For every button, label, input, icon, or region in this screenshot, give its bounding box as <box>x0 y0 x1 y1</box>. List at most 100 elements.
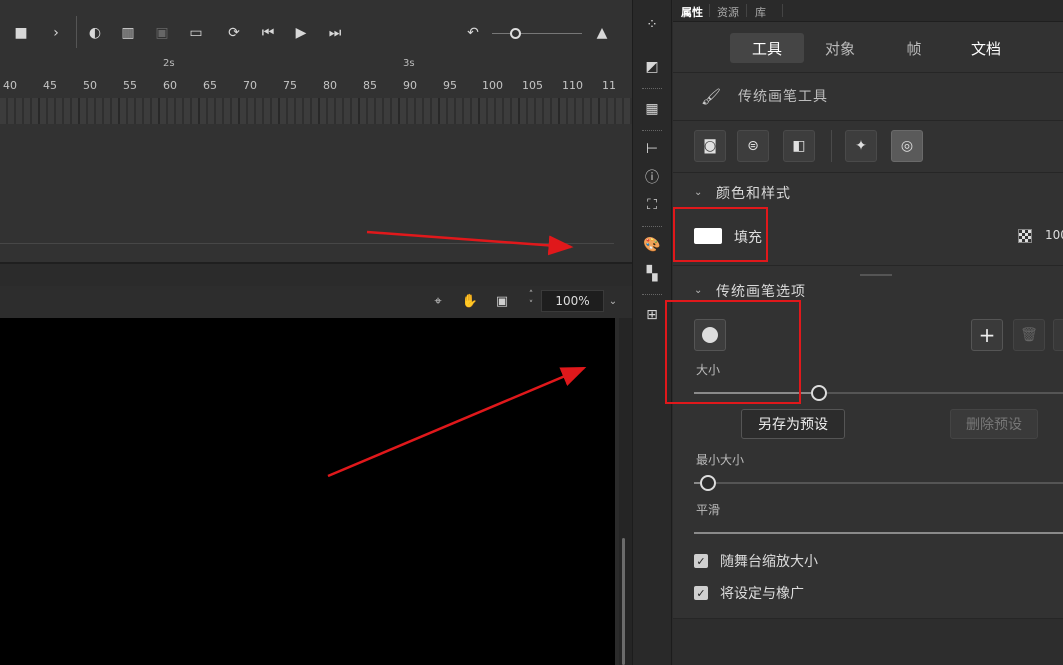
mountain-icon[interactable]: ▲ <box>591 22 613 44</box>
hand-icon[interactable]: ✋ <box>460 291 480 311</box>
tab-assets[interactable]: 资源 <box>717 4 739 20</box>
transform-icon[interactable]: ⛶ <box>641 194 663 216</box>
toolbar-divider <box>76 16 77 48</box>
frame-number: 60 <box>163 79 177 92</box>
tab-properties[interactable]: 属性 <box>681 4 703 20</box>
center-frame-icon[interactable]: ▭ <box>185 22 207 44</box>
tab-divider <box>746 4 747 17</box>
lock-fill-icon[interactable]: ◧ <box>783 130 815 162</box>
color-palette-icon[interactable]: 🎨 <box>641 234 663 256</box>
pressure-icon[interactable]: ◎ <box>891 130 923 162</box>
seconds-ruler: 2s 3s <box>0 57 632 73</box>
divider <box>673 120 1063 121</box>
tab-library[interactable]: 库 <box>755 4 766 20</box>
clip-stage-icon[interactable]: ▣ <box>492 291 512 311</box>
frame-number: 70 <box>243 79 257 92</box>
frame-picker-icon[interactable]: ◩ <box>641 56 663 78</box>
resize-grip[interactable] <box>860 274 892 276</box>
apply-to-eraser-checkbox[interactable]: ✓ <box>694 586 708 600</box>
info-icon[interactable]: ⓘ <box>641 166 663 188</box>
min-size-slider-knob[interactable] <box>700 475 716 491</box>
frame-number: 85 <box>363 79 377 92</box>
step-forward-icon[interactable]: ⏭ <box>324 22 346 44</box>
more-button[interactable] <box>1053 319 1063 351</box>
frame-number: 45 <box>43 79 57 92</box>
zoom-input[interactable]: 100% <box>541 290 604 312</box>
rail-grip <box>642 294 662 297</box>
delete-preset-button[interactable]: 删除预设 <box>950 409 1038 439</box>
chevron-down-icon[interactable]: ⌄ <box>606 291 620 311</box>
timeline-zoom-track[interactable] <box>492 33 582 34</box>
alpha-value[interactable]: 100 <box>1045 228 1063 242</box>
brush-icon: 🖌 <box>700 86 722 106</box>
alpha-checker-icon <box>1018 229 1032 243</box>
frame-ruler[interactable]: 40 45 50 55 60 65 70 75 80 85 90 95 100 … <box>0 76 632 98</box>
frame-number: 90 <box>403 79 417 92</box>
apply-to-eraser-label[interactable]: 将设定与橡广 <box>720 583 804 603</box>
size-slider-track[interactable] <box>827 392 1063 394</box>
min-size-slider-track[interactable] <box>716 482 1063 484</box>
timeline-zoom-knob[interactable] <box>510 28 521 39</box>
panel-divider[interactable] <box>0 262 632 264</box>
brush-mode-icon[interactable]: ⊜ <box>737 130 769 162</box>
second-label: 2s <box>163 58 175 69</box>
section-header-brush-options[interactable]: 传统画笔选项 <box>716 281 806 301</box>
highlight-fill-box <box>673 207 768 262</box>
object-drawing-icon[interactable]: ◙ <box>694 130 726 162</box>
undo-zoom-icon[interactable]: ↶ <box>462 22 484 44</box>
save-preset-button[interactable]: 另存为预设 <box>741 409 845 439</box>
trash-icon[interactable]: 🗑 <box>1013 319 1045 351</box>
scene-icon[interactable]: ⊞ <box>641 304 663 326</box>
tab-divider <box>782 4 783 17</box>
chevron-down-icon[interactable]: ⌄ <box>694 285 702 296</box>
tool-title: 传统画笔工具 <box>738 89 828 105</box>
add-preset-button[interactable]: + <box>971 319 1003 351</box>
scrollbar-thumb[interactable] <box>622 538 625 665</box>
divider <box>673 172 1063 173</box>
swatches-icon[interactable]: ▚ <box>641 263 663 285</box>
stage-canvas[interactable] <box>0 318 615 665</box>
align-icon[interactable]: ⊢ <box>641 138 663 160</box>
motion-presets-icon[interactable]: ⁘ <box>641 14 663 36</box>
min-size-label: 最小大小 <box>696 453 745 467</box>
components-icon[interactable]: ▦ <box>641 98 663 120</box>
frame-number: 75 <box>283 79 297 92</box>
onion-outline-icon[interactable]: ▣ <box>151 22 173 44</box>
edit-multiple-frames-icon[interactable]: ▥ <box>117 22 139 44</box>
zoom-stepper[interactable]: ˄ ˅ <box>524 290 538 312</box>
chevron-down-icon[interactable]: ⌄ <box>694 187 702 198</box>
frame-number: 95 <box>443 79 457 92</box>
rail-grip <box>642 226 662 229</box>
loop-icon[interactable]: ⟳ <box>223 22 245 44</box>
crosshair-icon[interactable]: ⌖ <box>428 291 448 311</box>
step-back-icon[interactable]: ⏮ <box>257 22 279 44</box>
play-icon[interactable]: ▶ <box>290 22 312 44</box>
stop-icon[interactable]: ■ <box>10 22 32 44</box>
frame-number: 105 <box>522 79 543 92</box>
frame-number: 100 <box>482 79 503 92</box>
timeline-divider <box>0 243 614 244</box>
divider <box>673 72 1063 73</box>
onion-skin-icon[interactable]: ◐ <box>84 22 106 44</box>
frame-number: 11 <box>602 79 616 92</box>
segment-tool[interactable]: 工具 <box>730 33 804 63</box>
smoothing-slider-track[interactable] <box>694 532 1063 534</box>
chevron-right-icon[interactable]: › <box>45 22 67 44</box>
scale-with-stage-checkbox[interactable]: ✓ <box>694 554 708 568</box>
panel-footer <box>673 618 1063 665</box>
highlight-size-box <box>665 300 801 404</box>
rail-grip <box>642 130 662 133</box>
segment-document[interactable]: 文档 <box>949 33 1023 63</box>
frame-number: 40 <box>3 79 17 92</box>
stage-scrollbar[interactable] <box>619 318 632 665</box>
section-header-color-style[interactable]: 颜色和样式 <box>716 183 791 203</box>
segment-object[interactable]: 对象 <box>803 33 877 63</box>
size-slider-knob[interactable] <box>811 385 827 401</box>
magic-wand-icon[interactable]: ✦ <box>845 130 877 162</box>
scale-with-stage-label[interactable]: 随舞台缩放大小 <box>720 551 818 571</box>
frame-number: 50 <box>83 79 97 92</box>
segment-frame[interactable]: 帧 <box>877 33 951 63</box>
rail-grip <box>642 88 662 91</box>
second-label: 3s <box>403 58 415 69</box>
frame-number: 80 <box>323 79 337 92</box>
